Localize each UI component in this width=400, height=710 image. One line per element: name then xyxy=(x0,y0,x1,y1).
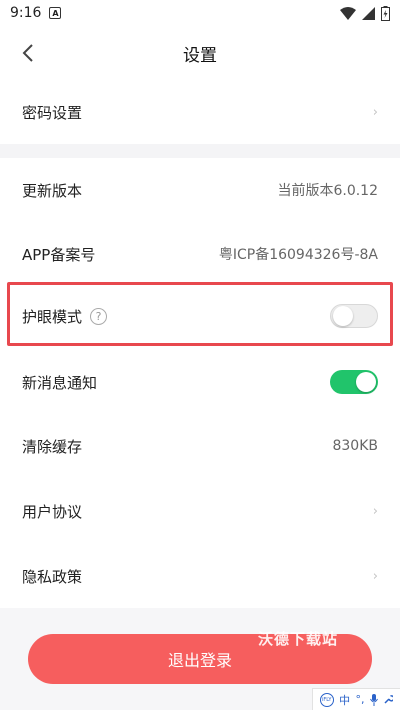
eye-mode-toggle[interactable] xyxy=(330,304,378,328)
settings-row-agreement[interactable]: 用户协议 › xyxy=(0,479,400,543)
wrench-icon[interactable] xyxy=(383,694,394,705)
status-time: 9:16 xyxy=(10,5,42,21)
settings-row-icp: APP备案号 粤ICP备16094326号-8A xyxy=(0,222,400,286)
settings-row-cache[interactable]: 清除缓存 830KB xyxy=(0,414,400,478)
eye-mode-label: 护眼模式 xyxy=(22,307,83,326)
nav-bar: 设置 xyxy=(0,26,400,80)
version-value: 当前版本6.0.12 xyxy=(277,183,378,199)
back-button[interactable] xyxy=(16,40,40,66)
section-divider xyxy=(0,144,400,158)
row-label: 密码设置 xyxy=(22,103,83,122)
iflytek-logo-icon[interactable]: iFLY xyxy=(319,692,334,707)
row-label-group: 护眼模式 ? xyxy=(22,306,330,327)
notifications-toggle[interactable] xyxy=(330,370,378,394)
settings-row-password[interactable]: 密码设置 › xyxy=(0,80,400,144)
row-label: 清除缓存 xyxy=(22,437,83,456)
chevron-right-icon: › xyxy=(372,104,378,120)
status-bar: 9:16 A xyxy=(0,0,400,26)
cache-value: 830KB xyxy=(332,438,378,454)
notification-a-icon: A xyxy=(49,7,62,19)
settings-row-notifications: 新消息通知 xyxy=(0,350,400,414)
battery-icon xyxy=(381,5,390,21)
toggle-knob xyxy=(333,306,353,326)
row-label: 隐私政策 xyxy=(22,567,83,586)
settings-row-version[interactable]: 更新版本 当前版本6.0.12 xyxy=(0,158,400,222)
watermark-text: 沃德下载站 xyxy=(258,630,339,648)
chevron-right-icon: › xyxy=(372,503,378,519)
microphone-icon[interactable] xyxy=(369,693,378,706)
settings-row-eye-mode: 护眼模式 ? xyxy=(0,286,400,346)
help-icon[interactable]: ? xyxy=(90,307,108,325)
signal-icon xyxy=(362,6,375,20)
row-label: 更新版本 xyxy=(22,181,83,200)
page-title: 设置 xyxy=(183,45,217,66)
row-label: 新消息通知 xyxy=(22,373,98,392)
ime-punctuation-toggle[interactable]: °, xyxy=(355,693,364,706)
row-label: APP备案号 xyxy=(22,245,96,264)
ime-language-toggle[interactable]: 中 xyxy=(339,692,350,708)
row-label: 用户协议 xyxy=(22,502,83,521)
settings-row-privacy[interactable]: 隐私政策 › xyxy=(0,544,400,608)
chevron-left-icon xyxy=(22,44,33,62)
wifi-icon xyxy=(340,6,356,20)
status-icons xyxy=(340,5,390,21)
chevron-right-icon: › xyxy=(372,568,378,584)
icp-value: 粤ICP备16094326号-8A xyxy=(218,247,378,263)
ime-toolbar: iFLY 中 °, xyxy=(312,688,400,710)
toggle-knob xyxy=(356,372,376,392)
